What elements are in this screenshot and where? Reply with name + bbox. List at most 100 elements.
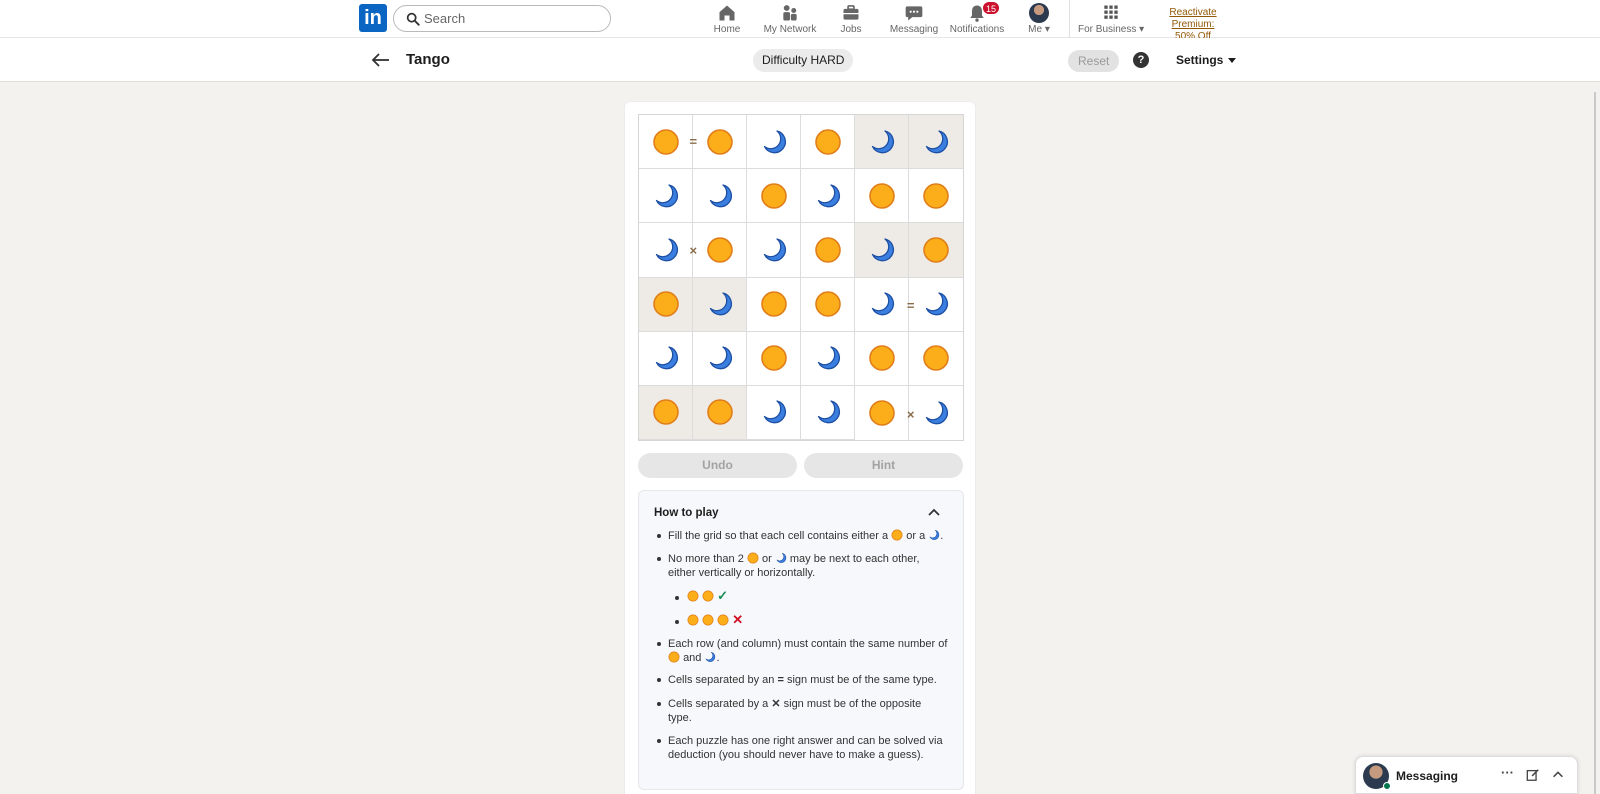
- nav-item-me[interactable]: Me ▾: [1022, 3, 1056, 35]
- compose-icon[interactable]: [1526, 768, 1540, 782]
- tango-board: = × = ×: [638, 114, 964, 441]
- grid-cell[interactable]: [747, 331, 801, 386]
- nav-label-home: Home: [713, 24, 741, 35]
- sun-icon: [687, 590, 699, 602]
- grid-cell[interactable]: [639, 385, 693, 440]
- grid-cell[interactable]: [801, 169, 855, 224]
- briefcase-icon: [843, 5, 859, 20]
- grid-cell[interactable]: [747, 277, 801, 332]
- grid-cell[interactable]: [747, 223, 801, 278]
- messaging-label: Messaging: [1396, 769, 1459, 783]
- search-icon: [406, 12, 420, 26]
- help-icon[interactable]: ?: [1133, 52, 1149, 68]
- grid-cell[interactable]: [639, 169, 693, 224]
- nav-item-jobs[interactable]: Jobs: [836, 3, 866, 35]
- nav-item-notifications[interactable]: 15 Notifications: [948, 1, 1006, 35]
- grid-cell[interactable]: [801, 223, 855, 278]
- grid-cell[interactable]: [855, 331, 909, 386]
- grid-cell[interactable]: [747, 115, 801, 170]
- more-options-icon[interactable]: ···: [1501, 765, 1514, 780]
- grid-cell[interactable]: [855, 385, 909, 440]
- difficulty-badge: Difficulty HARD: [753, 49, 854, 72]
- equal-sign-icon: =: [689, 134, 698, 150]
- grid-cell[interactable]: [639, 115, 693, 170]
- hint-button[interactable]: Hint: [804, 453, 963, 478]
- online-status-dot: [1383, 782, 1391, 790]
- action-buttons: Undo Hint: [638, 453, 964, 478]
- sun-icon: [702, 590, 714, 602]
- cross-icon: ✕: [732, 612, 744, 627]
- sun-icon: [891, 529, 903, 541]
- grid-cell[interactable]: [693, 169, 747, 224]
- rule-one-answer: Each puzzle has one right answer and can…: [655, 734, 950, 762]
- equal-sign-icon: =: [906, 297, 915, 313]
- network-icon: [783, 5, 797, 21]
- grid-cell[interactable]: [693, 277, 747, 332]
- undo-button[interactable]: Undo: [638, 453, 797, 478]
- home-icon: [719, 5, 735, 21]
- chevron-up-icon[interactable]: [926, 505, 942, 521]
- grid-cell[interactable]: [909, 169, 963, 224]
- premium-line-1: Reactivate Premium:: [1169, 7, 1217, 30]
- linkedin-logo[interactable]: in: [359, 4, 387, 32]
- grid-cell[interactable]: [693, 385, 747, 440]
- example-valid: ✓: [675, 589, 728, 605]
- nav-item-for-business[interactable]: For Business ▾: [1078, 3, 1144, 35]
- rule-fill-grid: Fill the grid so that each cell contains…: [655, 529, 950, 543]
- search-input[interactable]: [424, 9, 604, 28]
- search-box[interactable]: [393, 5, 611, 32]
- sun-icon: [717, 614, 729, 626]
- avatar: [1029, 3, 1049, 23]
- page-title: Tango: [406, 51, 450, 68]
- moon-icon: [928, 529, 940, 541]
- game-panel: = × = × Undo Hint How to play Fill the grid…: [624, 101, 976, 794]
- grid-cell[interactable]: [909, 331, 963, 386]
- chevron-up-icon[interactable]: [1551, 768, 1565, 782]
- grid-cell[interactable]: [639, 331, 693, 386]
- reset-button[interactable]: Reset: [1068, 50, 1120, 72]
- grid-cell[interactable]: [909, 223, 963, 278]
- grid-cell[interactable]: [801, 115, 855, 170]
- grid-cell[interactable]: [747, 385, 801, 440]
- sun-icon: [747, 552, 759, 564]
- grid-cell[interactable]: [747, 169, 801, 224]
- page-scrollbar[interactable]: [1594, 92, 1596, 794]
- settings-dropdown[interactable]: Settings: [1176, 53, 1237, 67]
- grid-cell[interactable]: [639, 223, 693, 278]
- game-header: Tango Difficulty HARD Reset ? Settings: [0, 38, 1600, 82]
- grid-cell[interactable]: [801, 385, 855, 440]
- messaging-overlay[interactable]: Messaging ···: [1355, 756, 1578, 794]
- back-arrow-icon[interactable]: [369, 48, 393, 72]
- how-to-play-section: How to play Fill the grid so that each c…: [638, 490, 964, 790]
- grid-cell[interactable]: [693, 115, 747, 170]
- nav-label-notifications: Notifications: [949, 24, 1005, 35]
- equal-sign-glyph: =: [777, 674, 784, 686]
- top-navigation: in Home My Network Jobs Mes: [0, 0, 1600, 42]
- chat-bubble-icon: [905, 6, 923, 21]
- grid-cell[interactable]: [855, 277, 909, 332]
- nav-label-jobs: Jobs: [840, 24, 862, 35]
- nav-divider: [1069, 0, 1070, 38]
- nav-label-network: My Network: [763, 24, 817, 35]
- grid-cell[interactable]: [693, 331, 747, 386]
- grid-cell[interactable]: [855, 115, 909, 170]
- nav-item-my-network[interactable]: My Network: [760, 3, 820, 35]
- cross-sign-glyph: ✕: [771, 698, 781, 710]
- grid-cell[interactable]: [693, 223, 747, 278]
- grid-cell[interactable]: [855, 223, 909, 278]
- nav-label-me: Me ▾: [1028, 24, 1050, 35]
- nav-label-business: For Business ▾: [1078, 24, 1145, 35]
- nav-item-home[interactable]: Home: [706, 3, 748, 35]
- chevron-down-icon: [1228, 58, 1237, 64]
- settings-label: Settings: [1176, 53, 1224, 67]
- example-invalid: ✕: [675, 613, 743, 629]
- grid-cell[interactable]: [909, 115, 963, 170]
- moon-icon: [775, 552, 787, 564]
- grid-cell[interactable]: [639, 277, 693, 332]
- rule-equal-sign: Cells separated by an = sign must be of …: [655, 673, 950, 687]
- cross-sign-icon: ×: [689, 243, 698, 259]
- grid-cell[interactable]: [801, 331, 855, 386]
- nav-item-messaging[interactable]: Messaging: [886, 3, 942, 35]
- grid-cell[interactable]: [855, 169, 909, 224]
- grid-cell[interactable]: [801, 277, 855, 332]
